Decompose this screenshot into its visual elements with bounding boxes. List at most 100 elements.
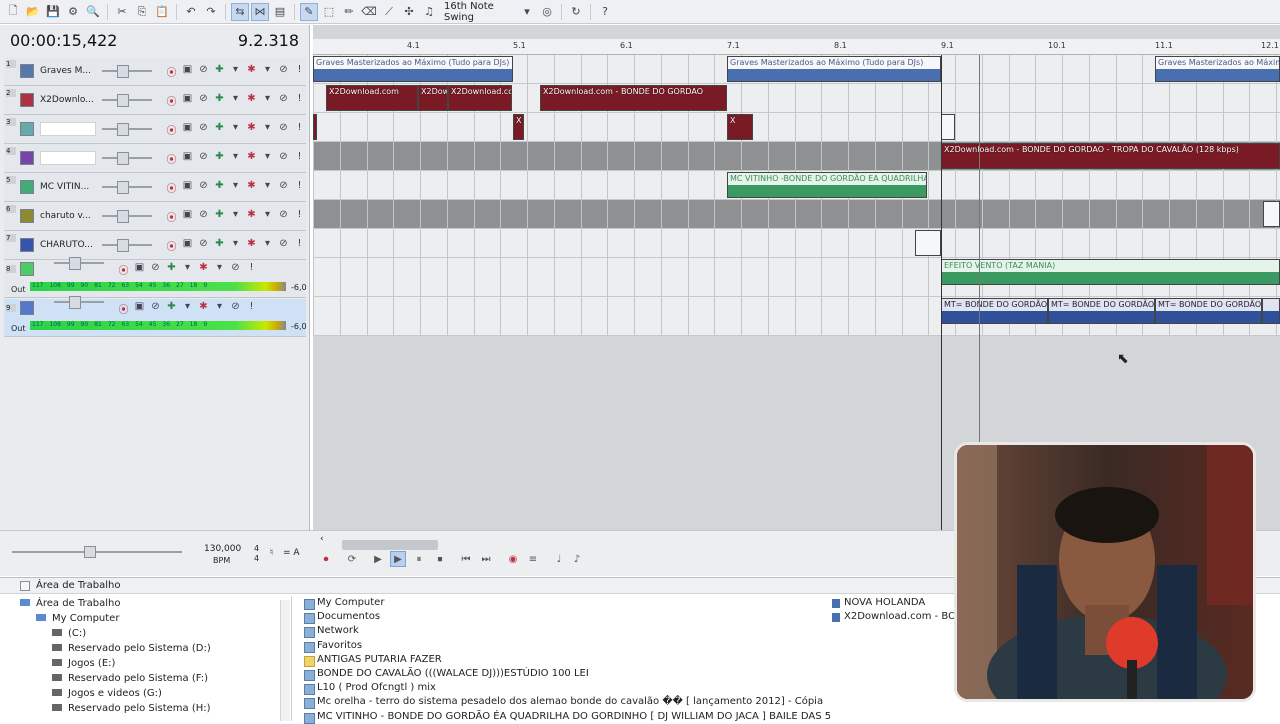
- file-item[interactable]: X2Download.com - BONDE: [830, 610, 960, 624]
- dropdown-icon[interactable]: ▾: [230, 93, 241, 108]
- audio-clip-graves[interactable]: Graves Masterizados ao Máximo (Tudo para…: [1155, 56, 1280, 82]
- warning-icon[interactable]: !: [294, 238, 305, 253]
- audio-clip-small[interactable]: [941, 114, 955, 140]
- phase-icon[interactable]: ⊘: [278, 64, 289, 79]
- tree-item[interactable]: Reservado pelo Sistema (H:): [0, 701, 291, 716]
- solo-icon[interactable]: ⊘: [198, 209, 209, 224]
- track-name[interactable]: charuto v...: [40, 209, 96, 223]
- volume-slider[interactable]: [102, 152, 152, 165]
- warning-icon[interactable]: !: [294, 209, 305, 224]
- dropdown-icon[interactable]: ▾: [230, 122, 241, 137]
- audio-clip-graves[interactable]: Graves Masterizados ao Máximo (Tudo para…: [313, 56, 513, 82]
- audio-clip-x2download[interactable]: X2Download.com: [418, 85, 448, 111]
- track-header-1[interactable]: 1 Graves M... ⦿ ▣ ⊘ ✚ ▾ ✱ ▾ ⊘!: [4, 57, 306, 86]
- time-sig-top[interactable]: 4: [254, 544, 259, 553]
- solo-icon[interactable]: ⊘: [198, 64, 209, 79]
- record-arm-icon[interactable]: ⦿: [166, 93, 177, 108]
- track-header-9[interactable]: 9 ⦿ ▣ ⊘ ✚ ▾ ✱ ▾ ⊘! 117 108 99 90 81 72 63 54 45 36 27 18 9 Out…: [4, 296, 307, 337]
- volume-slider[interactable]: [102, 210, 152, 223]
- auto-crossfade-icon[interactable]: ⋈: [251, 2, 269, 21]
- pause-icon[interactable]: ⏸: [411, 551, 427, 567]
- time-sig-bottom[interactable]: 4: [254, 554, 259, 563]
- fx-icon[interactable]: ✚: [214, 209, 225, 224]
- track-color-swatch[interactable]: [20, 93, 34, 107]
- erase-icon[interactable]: ⌫: [360, 3, 378, 21]
- dropdown-icon[interactable]: ▾: [262, 122, 273, 137]
- tree-scrollbar[interactable]: [280, 600, 290, 721]
- warning-icon[interactable]: !: [294, 64, 305, 79]
- mute-icon[interactable]: ▣: [182, 93, 193, 108]
- volume-slider[interactable]: [102, 65, 152, 78]
- redo-icon[interactable]: ↷: [202, 3, 220, 21]
- play-from-start-icon[interactable]: ▶: [370, 551, 386, 567]
- dropdown-icon[interactable]: ▾: [262, 64, 273, 79]
- audio-clip-mt-bonde[interactable]: MT= BONDE DO GORDÃO: [1048, 298, 1155, 324]
- phase-icon[interactable]: ⊘: [230, 301, 241, 316]
- swing-icon[interactable]: ♫: [420, 3, 438, 21]
- track-header-8[interactable]: 8 ⦿ ▣ ⊘ ✚ ▾ ✱ ▾ ⊘! 117 108 99 90 81 72 63 54 45 36 27 18 9 Out…: [4, 257, 307, 298]
- fx-icon[interactable]: ✚: [214, 238, 225, 253]
- audio-clip-efeito-vento[interactable]: EFEITO VENTO (TAZ MANIA): [941, 259, 1280, 285]
- track-header-6[interactable]: 6 charuto v... ⦿ ▣ ⊘ ✚ ▾ ✱ ▾ ⊘!: [4, 202, 306, 231]
- track-color-swatch[interactable]: [20, 301, 34, 315]
- dropdown-icon[interactable]: ▾: [230, 180, 241, 195]
- phase-icon[interactable]: ⊘: [278, 209, 289, 224]
- fx-icon[interactable]: ✚: [214, 151, 225, 166]
- track-name[interactable]: Graves M...: [40, 64, 96, 78]
- audio-clip-mt-bonde[interactable]: [1262, 298, 1280, 324]
- audio-clip-x2-tropa[interactable]: X2Download.com - BONDE DO GORDAO - TROPA…: [941, 143, 1280, 169]
- dropdown-icon[interactable]: ▾: [230, 151, 241, 166]
- phase-icon[interactable]: ⊘: [278, 93, 289, 108]
- mute-icon[interactable]: ▣: [182, 209, 193, 224]
- cut-icon[interactable]: ✂: [113, 3, 131, 21]
- measure-ruler[interactable]: 4.1 5.1 6.1 7.1 8.1 9.1 10.1 11.1 12.1: [313, 39, 1280, 55]
- tree-item[interactable]: Reservado pelo Sistema (F:): [0, 671, 291, 686]
- audio-clip-mt-bonde[interactable]: MT= BONDE DO GORDÃO: [941, 298, 1048, 324]
- track-color-swatch[interactable]: [20, 64, 34, 78]
- phase-icon[interactable]: ⊘: [230, 262, 241, 277]
- dropdown-icon[interactable]: ▾: [230, 238, 241, 253]
- key-value[interactable]: = A: [283, 548, 300, 558]
- audio-clip-charuto[interactable]: [915, 230, 941, 256]
- audio-clip-x2-bonde[interactable]: X2Download.com - BONDE DO GORDAO: [540, 85, 727, 111]
- audio-clip-x2download[interactable]: X2Download.com: [326, 85, 418, 111]
- file-item[interactable]: MC VITINHO - BONDE DO GORDÃO ÉA QUADRILH…: [300, 710, 830, 724]
- track-color-swatch[interactable]: [20, 180, 34, 194]
- record-arm-icon[interactable]: ⦿: [166, 151, 177, 166]
- audio-clip-small[interactable]: [313, 114, 317, 140]
- volume-slider[interactable]: [54, 296, 104, 309]
- dropdown-icon[interactable]: ▾: [182, 301, 193, 316]
- pencil-icon[interactable]: ✏: [340, 3, 358, 21]
- folder-up-icon[interactable]: [20, 581, 30, 591]
- gear-icon[interactable]: ✱: [246, 151, 257, 166]
- track-name[interactable]: X2Downlo...: [40, 93, 96, 107]
- mute-icon[interactable]: ▣: [134, 301, 145, 316]
- groove-icon[interactable]: ◎: [538, 3, 556, 21]
- mute-icon[interactable]: ▣: [182, 238, 193, 253]
- file-item[interactable]: ANTIGAS PUTARIA FAZER: [300, 653, 830, 667]
- tempo-tap-icon[interactable]: ♪: [569, 551, 585, 567]
- track-color-swatch[interactable]: [20, 209, 34, 223]
- track-lane-7[interactable]: [313, 229, 1280, 258]
- track-name[interactable]: [40, 151, 96, 165]
- record-arm-icon[interactable]: ⦿: [118, 262, 129, 277]
- gear-icon[interactable]: ✱: [246, 209, 257, 224]
- record-arm-icon[interactable]: ⦿: [166, 64, 177, 79]
- warning-icon[interactable]: !: [246, 301, 257, 316]
- play-icon[interactable]: ▶: [390, 551, 406, 567]
- warning-icon[interactable]: !: [294, 122, 305, 137]
- split-icon[interactable]: ✣: [400, 3, 418, 21]
- open-folder-icon[interactable]: 📂: [24, 3, 42, 21]
- record-arm-icon[interactable]: ⦿: [166, 180, 177, 195]
- tree-item[interactable]: Jogos e videos (G:): [0, 686, 291, 701]
- dropdown-icon[interactable]: ▾: [262, 238, 273, 253]
- arm-record-icon[interactable]: ◉: [505, 551, 521, 567]
- select-tool-icon[interactable]: ⬚: [320, 3, 338, 21]
- save-icon[interactable]: 💾: [44, 3, 62, 21]
- gear-icon[interactable]: ✱: [246, 122, 257, 137]
- dropdown-icon[interactable]: ▾: [262, 209, 273, 224]
- record-arm-icon[interactable]: ⦿: [166, 238, 177, 253]
- undo-icon[interactable]: ↶: [182, 3, 200, 21]
- track-color-swatch[interactable]: [20, 151, 34, 165]
- warning-icon[interactable]: !: [246, 262, 257, 277]
